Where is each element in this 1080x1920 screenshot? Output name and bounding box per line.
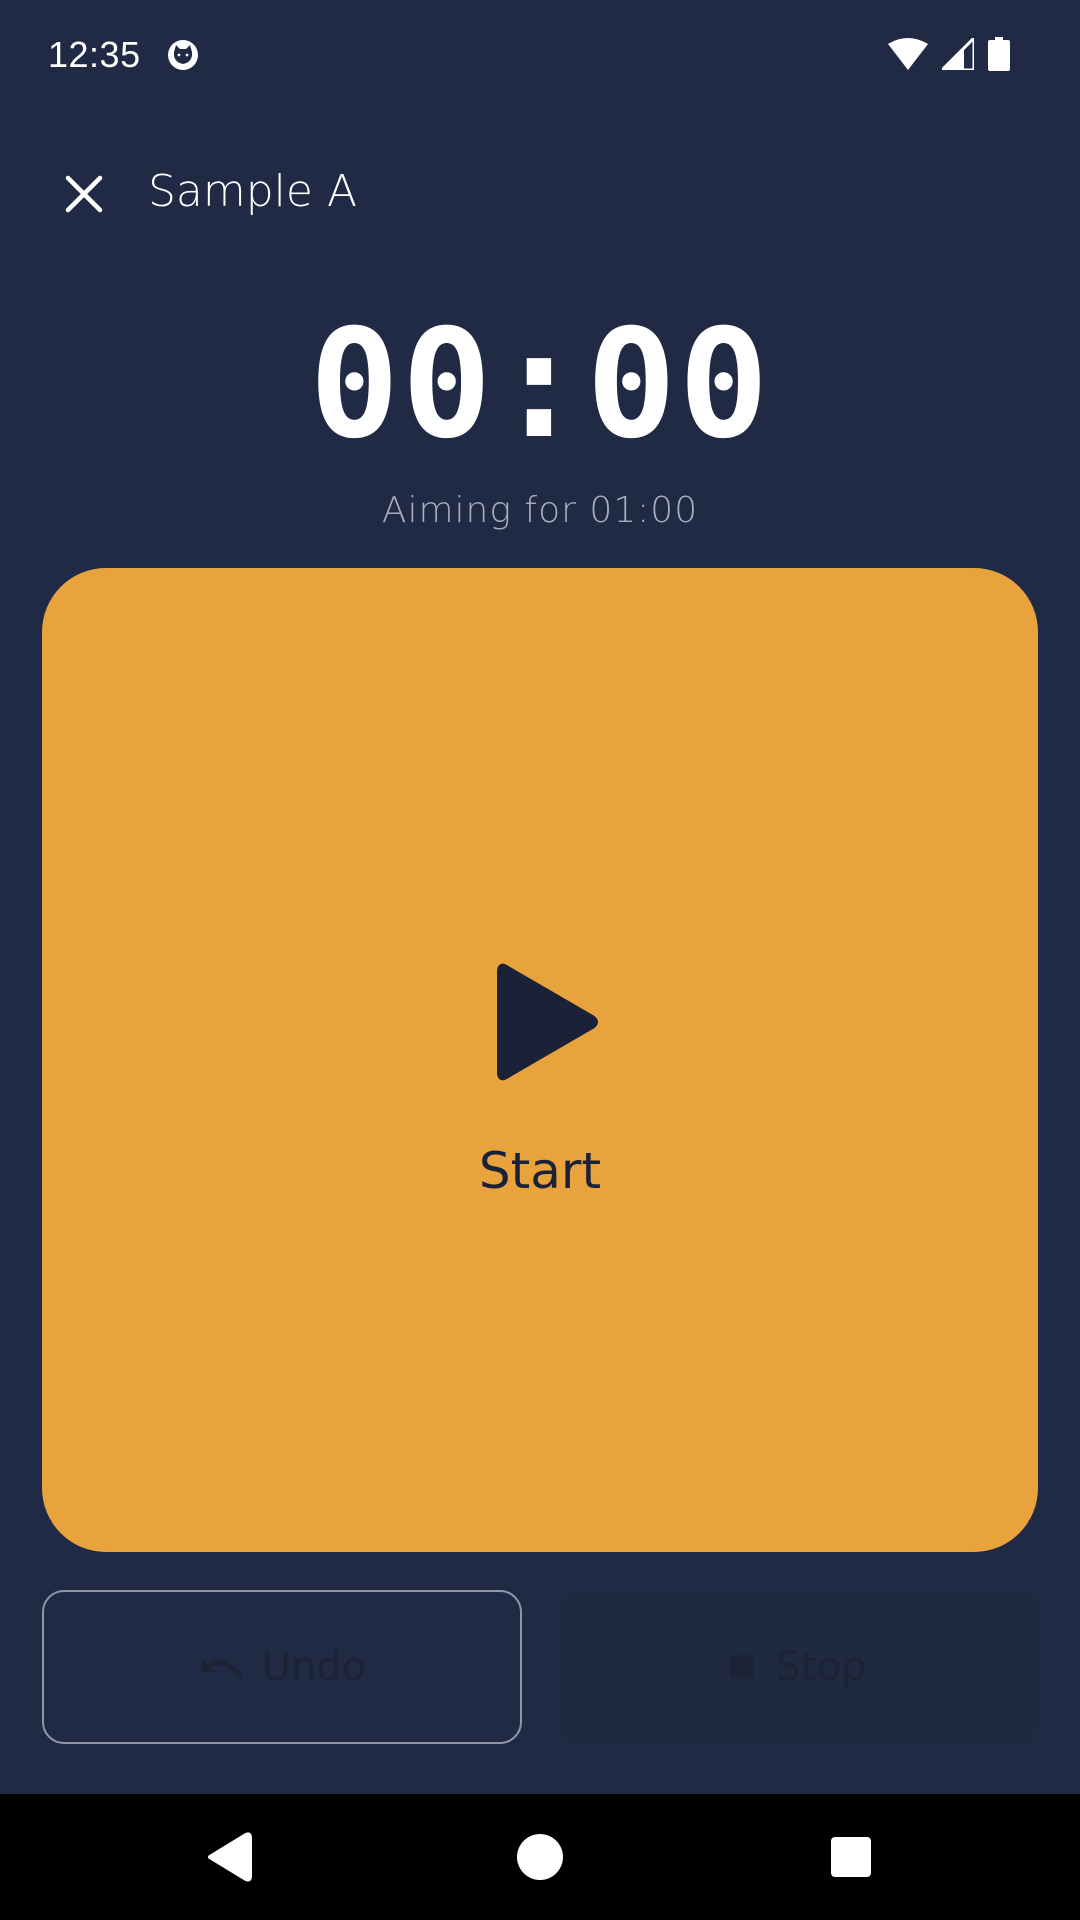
target-duration-text: Aiming for 01:00 [381,490,699,531]
undo-button[interactable]: Undo [42,1590,522,1744]
status-time: 12:35 [48,34,141,75]
back-button[interactable] [196,1824,262,1890]
back-icon [208,1832,252,1882]
recents-button[interactable] [818,1824,884,1890]
home-button[interactable] [507,1824,573,1890]
status-bar: 12:35 [0,0,1080,110]
system-nav-bar [0,1794,1080,1920]
wifi-icon [888,38,928,74]
page-title: Sample A [148,166,358,217]
play-icon [497,963,598,1081]
undo-icon [201,1658,243,1679]
recents-icon [831,1837,871,1877]
status-icons [888,34,1010,76]
battery-icon [988,37,1010,75]
cat-app-icon [166,38,200,72]
elapsed-timer: 00:00 [309,298,771,472]
stop-label: Stop [775,1644,867,1690]
close-icon [65,175,103,213]
undo-label: Undo [261,1644,367,1690]
close-button[interactable] [52,162,116,226]
top-app-bar: Sample A [0,140,1080,244]
start-label: Start [478,1142,602,1200]
stop-icon [729,1655,754,1679]
home-icon [517,1834,563,1880]
cellular-signal-icon [938,34,976,74]
stop-button[interactable]: Stop [558,1590,1038,1744]
